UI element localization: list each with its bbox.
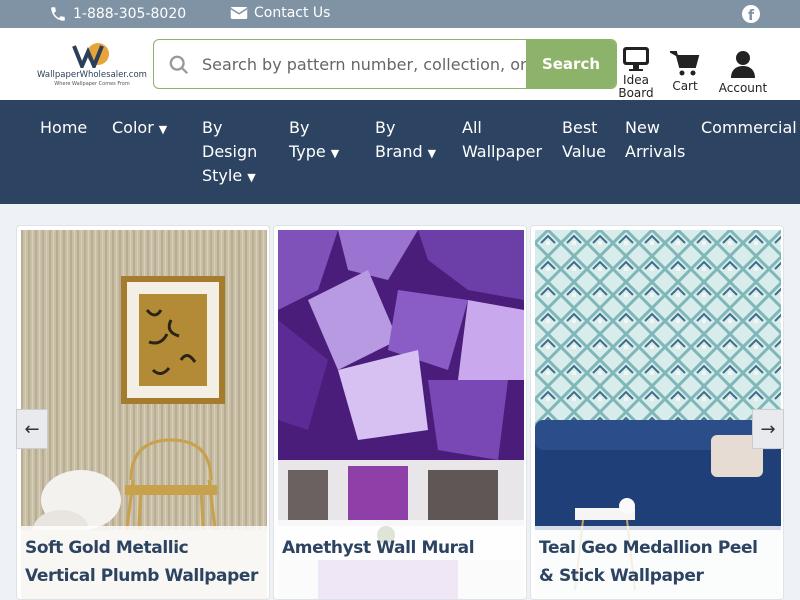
nav-item-color[interactable]: Color ▼ [112,116,167,142]
search-input[interactable] [202,40,526,88]
main-nav: Home Color ▼ By Design Style ▼ By Type ▼ By… [0,100,800,204]
logo-tagline: Where Wallpaper Comes From [54,81,130,87]
caret-down-icon: ▼ [247,171,256,184]
nav-new-line-2: Arrivals [625,142,686,161]
nav-item-type[interactable]: By Type ▼ [289,116,339,166]
logo-text: WallpaperWholesaler.com [37,70,147,80]
product-card[interactable]: Teal Geo Medallion Peel & Stick Wallpape… [530,225,784,600]
nav-item-new-arrivals[interactable]: New Arrivals [625,116,685,164]
idea-board-label-2: Board [618,86,654,101]
nav-item-home[interactable]: Home [40,116,87,140]
nav-item-all-wallpaper[interactable]: All Wallpaper [462,116,542,164]
contact-label: Contact Us [254,5,331,21]
product-card[interactable]: Soft Gold Metallic Vertical Plumb Wallpa… [16,225,270,600]
site-logo[interactable]: WallpaperWholesaler.com Where Wallpaper … [36,42,148,88]
caret-down-icon: ▼ [158,123,168,136]
nav-type-line-2: Type [289,142,326,161]
product-title[interactable]: Soft Gold Metallic Vertical Plumb Wallpa… [21,526,267,599]
logo-mark-icon [72,43,109,68]
nav-brand-line-1: By [375,118,396,137]
carousel-prev-button[interactable]: ← [16,409,48,449]
nav-design-line-1: By [202,118,223,137]
nav-new-line-1: New [625,118,660,137]
cart-button[interactable]: Cart [667,46,703,93]
nav-best-line-2: Value [562,142,606,161]
cart-icon [670,51,700,76]
nav-type-line-1: By [289,118,310,137]
nav-item-commercial[interactable]: Commercial [701,116,797,140]
product-title[interactable]: Amethyst Wall Mural [278,526,524,599]
nav-brand-line-2: Brand [375,142,423,161]
carousel-next-button[interactable]: → [752,409,784,449]
cart-label: Cart [672,79,698,93]
nav-design-line-2: Design [202,142,258,161]
product-card[interactable]: Amethyst Wall Mural [273,225,527,600]
phone-link[interactable]: 1-888-305-8020 [49,5,186,23]
nav-color-label: Color [112,118,154,137]
product-carousel: Soft Gold Metallic Vertical Plumb Wallpa… [16,225,784,600]
search-bar: Search [153,39,617,89]
account-label: Account [718,81,768,95]
nav-all-line-2: Wallpaper [462,142,543,161]
search-button[interactable]: Search [526,40,616,88]
site-header: WallpaperWholesaler.com Where Wallpaper … [0,28,800,100]
nav-item-brand[interactable]: By Brand ▼ [375,116,436,166]
arrow-right-icon: → [760,418,776,440]
nav-all-line-1: All [462,118,482,137]
nav-item-design-style[interactable]: By Design Style ▼ [202,116,257,190]
contact-link[interactable]: Contact Us [230,5,330,21]
nav-design-line-3: Style [202,166,243,185]
envelope-icon [230,7,248,19]
user-icon [731,51,755,78]
phone-icon [51,7,65,21]
nav-home-label: Home [40,118,88,137]
product-title[interactable]: Teal Geo Medallion Peel & Stick Wallpape… [535,526,781,599]
nav-best-line-1: Best [562,118,598,137]
idea-board-button[interactable]: Idea Board [618,46,654,100]
facebook-icon[interactable]: f [742,5,760,23]
nav-commercial-label: Commercial [701,118,797,137]
arrow-left-icon: ← [24,418,40,440]
utility-bar: 1-888-305-8020 Contact Us f [0,0,800,28]
account-button[interactable]: Account [716,46,770,95]
nav-item-best-value[interactable]: Best Value [562,116,606,164]
monitor-icon [623,47,649,71]
search-icon [169,55,189,75]
phone-number: 1-888-305-8020 [73,6,187,22]
caret-down-icon: ▼ [427,147,437,160]
caret-down-icon: ▼ [330,147,340,160]
